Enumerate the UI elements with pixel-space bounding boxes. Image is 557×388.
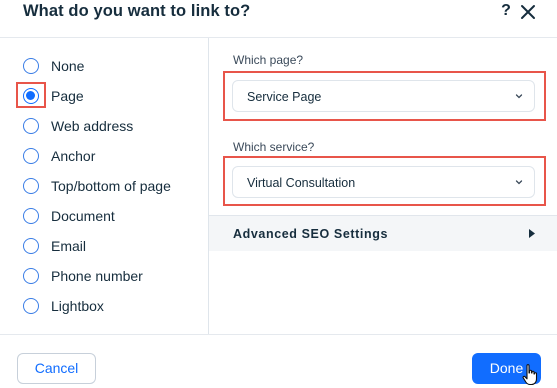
link-type-lightbox[interactable]: Lightbox bbox=[0, 292, 208, 322]
radio-label: Phone number bbox=[51, 268, 143, 284]
link-type-email[interactable]: Email bbox=[0, 232, 208, 262]
help-icon[interactable]: ? bbox=[497, 0, 515, 24]
arrow-right-icon bbox=[529, 229, 535, 238]
radio-label: Document bbox=[51, 208, 115, 224]
close-icon[interactable] bbox=[519, 3, 537, 21]
radio-button[interactable] bbox=[23, 268, 39, 284]
service-dropdown-highlight bbox=[223, 156, 546, 206]
radio-label: Email bbox=[51, 238, 87, 254]
radio-button[interactable] bbox=[23, 58, 39, 74]
advanced-seo-label: Advanced SEO Settings bbox=[233, 227, 388, 241]
page-dropdown-highlight bbox=[223, 71, 546, 121]
radio-button[interactable] bbox=[23, 148, 39, 164]
radio-label: Anchor bbox=[51, 148, 96, 164]
link-type-top-bottom[interactable]: Top/bottom of page bbox=[0, 172, 208, 202]
link-type-web-address[interactable]: Web address bbox=[0, 112, 208, 142]
radio-label: Web address bbox=[51, 118, 134, 134]
link-type-phone[interactable]: Phone number bbox=[0, 262, 208, 292]
radio-label: None bbox=[51, 58, 85, 74]
link-dialog: What do you want to link to? ? None Page… bbox=[0, 0, 557, 388]
dialog-title: What do you want to link to? bbox=[23, 2, 251, 20]
dialog-header: What do you want to link to? ? bbox=[0, 0, 557, 28]
radio-label: Top/bottom of page bbox=[51, 178, 171, 194]
link-type-anchor[interactable]: Anchor bbox=[0, 142, 208, 172]
radio-button[interactable] bbox=[23, 118, 39, 134]
link-type-none[interactable]: None bbox=[0, 52, 208, 82]
which-page-label: Which page? bbox=[233, 53, 304, 67]
radio-label: Page bbox=[51, 88, 84, 104]
link-settings-panel: Which page? Service Page Which service? … bbox=[209, 38, 557, 334]
footer-divider bbox=[0, 334, 557, 335]
link-type-document[interactable]: Document bbox=[0, 202, 208, 232]
hand-cursor-icon bbox=[522, 364, 538, 386]
cancel-button[interactable]: Cancel bbox=[17, 353, 96, 384]
radio-button[interactable] bbox=[23, 178, 39, 194]
radio-label: Lightbox bbox=[51, 298, 104, 314]
radio-button[interactable] bbox=[23, 208, 39, 224]
advanced-seo-settings-toggle[interactable]: Advanced SEO Settings bbox=[209, 215, 557, 251]
radio-button[interactable] bbox=[23, 238, 39, 254]
which-service-label: Which service? bbox=[233, 140, 315, 154]
radio-button[interactable] bbox=[23, 298, 39, 314]
page-radio-highlight bbox=[16, 82, 46, 108]
